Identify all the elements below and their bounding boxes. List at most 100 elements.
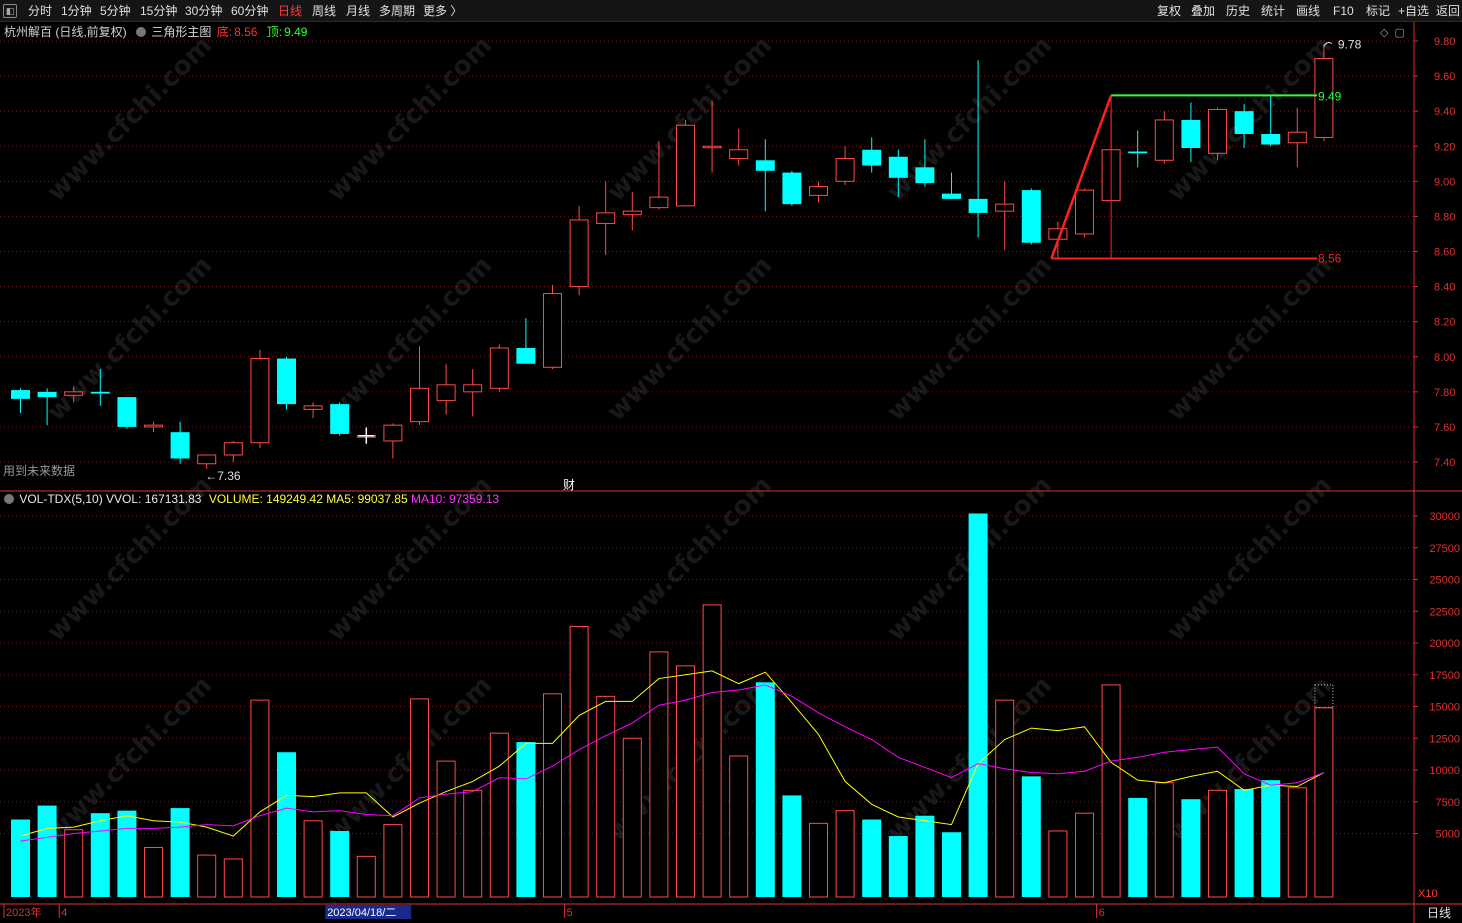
candle bbox=[1075, 188, 1094, 238]
candle-body bbox=[223, 442, 243, 456]
volume-tick-label: 7500 bbox=[1436, 797, 1460, 809]
candle bbox=[463, 369, 483, 417]
candle-body bbox=[676, 124, 695, 207]
time-tick-label: 2023/04/18/二 bbox=[327, 907, 396, 919]
candle-body bbox=[1287, 131, 1307, 144]
candle bbox=[942, 172, 961, 199]
candle bbox=[170, 421, 190, 464]
candle-body bbox=[569, 219, 589, 288]
volume-tick-label: 12500 bbox=[1429, 733, 1460, 745]
candle bbox=[676, 119, 695, 207]
price-tick-label: 8.60 bbox=[1434, 247, 1455, 259]
volume-bar bbox=[809, 822, 828, 898]
candle-body bbox=[250, 358, 270, 444]
price-tick-label: 8.40 bbox=[1434, 282, 1455, 294]
time-tick-label: 6 bbox=[1099, 907, 1105, 919]
volume-bar bbox=[968, 513, 988, 897]
candle-body bbox=[1154, 119, 1174, 161]
volume-bar bbox=[1154, 782, 1174, 898]
top-value: 9.49 bbox=[284, 25, 308, 39]
candle-body bbox=[1075, 189, 1094, 235]
chart-header: 杭州解百 (日线,前复权) 三角形主图 底: 8.56 顶: 9.49 bbox=[4, 23, 309, 41]
volume-bar bbox=[117, 810, 137, 897]
price-tick-label: 7.60 bbox=[1434, 422, 1455, 434]
price-tick-label: 9.40 bbox=[1434, 106, 1455, 118]
candle bbox=[782, 170, 802, 206]
period-indicator[interactable]: 日线 bbox=[1416, 904, 1462, 923]
kline-chart[interactable]: www.cfchi.com www.cfchi.com www.cfchi.com w… bbox=[0, 0, 1462, 923]
candle bbox=[835, 146, 855, 185]
candle-body bbox=[809, 186, 828, 196]
candle-body bbox=[144, 424, 163, 428]
stock-title[interactable]: 杭州解百 (日线,前复权) bbox=[4, 25, 127, 39]
candle bbox=[516, 318, 536, 364]
candle-body bbox=[596, 212, 616, 224]
candle-body bbox=[862, 149, 882, 166]
volume-tick-label: 10000 bbox=[1429, 765, 1460, 777]
candle-body bbox=[1128, 151, 1148, 154]
volume-bar bbox=[1128, 797, 1148, 897]
candle-body bbox=[64, 391, 84, 396]
volume-bar bbox=[1021, 776, 1041, 897]
candle bbox=[809, 181, 828, 203]
volume-tick-label: 20000 bbox=[1429, 638, 1460, 650]
candle-body bbox=[995, 203, 1015, 212]
volume-bar bbox=[782, 795, 802, 897]
candle-body bbox=[516, 347, 536, 364]
volume-bar bbox=[569, 625, 589, 898]
volume-bar bbox=[649, 651, 669, 898]
candle bbox=[11, 388, 30, 413]
candle-body bbox=[303, 405, 323, 410]
volume-indicator-name[interactable]: VOL-TDX(5,10) bbox=[19, 492, 102, 506]
chart-corner-controls: ◇ ▢ bbox=[1380, 25, 1414, 39]
price-tick-label: 7.80 bbox=[1434, 387, 1455, 399]
candle-body bbox=[915, 167, 935, 184]
volume-bar bbox=[1287, 787, 1307, 898]
candle-body bbox=[942, 193, 961, 199]
window-icon[interactable]: ▢ bbox=[1394, 26, 1404, 39]
volume-bar bbox=[64, 829, 84, 898]
volume-bar bbox=[144, 846, 163, 898]
watermark: www.cfchi.com bbox=[881, 251, 1058, 428]
candle-body bbox=[436, 384, 456, 402]
indicator-name[interactable]: 三角形主图 bbox=[151, 25, 211, 39]
candle bbox=[569, 205, 589, 296]
volume-bar bbox=[995, 699, 1015, 898]
volume-toggle-icon[interactable] bbox=[4, 494, 14, 504]
volume-bar bbox=[1234, 789, 1254, 897]
candle-body bbox=[197, 454, 217, 465]
volume-bar bbox=[356, 855, 376, 898]
candle bbox=[197, 454, 217, 470]
volume-bar bbox=[11, 819, 30, 897]
candle bbox=[223, 440, 243, 462]
volume-bar bbox=[729, 755, 749, 898]
candle bbox=[1208, 107, 1227, 161]
candle-body bbox=[410, 387, 429, 423]
low-price-marker: ←7.36 bbox=[205, 469, 241, 483]
candle bbox=[862, 137, 882, 173]
candle bbox=[250, 349, 270, 448]
pattern-bottom-label: 8.56 bbox=[1318, 252, 1342, 266]
vvol-value: VVOL: 167131.83 bbox=[106, 492, 202, 506]
candle-body bbox=[835, 158, 855, 182]
diamond-icon[interactable]: ◇ bbox=[1380, 26, 1388, 39]
indicator-toggle-icon[interactable] bbox=[136, 27, 147, 37]
volume-bar bbox=[1314, 707, 1334, 898]
volume-bar bbox=[463, 789, 483, 898]
volume-bar bbox=[942, 832, 961, 897]
candle-body bbox=[729, 149, 749, 160]
price-tick-label: 9.80 bbox=[1434, 36, 1455, 48]
finance-event-icon[interactable]: 财 bbox=[563, 476, 575, 493]
volume-bar bbox=[330, 830, 350, 897]
price-tick-label: 8.20 bbox=[1434, 317, 1455, 329]
candle-body bbox=[463, 384, 483, 393]
ma10-value: MA10: 97359.13 bbox=[410, 492, 500, 506]
candle-body bbox=[277, 358, 296, 405]
price-tick-label: 9.00 bbox=[1434, 176, 1455, 188]
candle-body bbox=[649, 196, 669, 209]
volume-multiplier: X10 bbox=[1418, 888, 1438, 900]
pattern-top-label: 9.49 bbox=[1318, 89, 1342, 103]
candle-body bbox=[383, 424, 403, 442]
candle-body bbox=[1181, 119, 1201, 149]
watermark: www.cfchi.com bbox=[601, 251, 778, 428]
